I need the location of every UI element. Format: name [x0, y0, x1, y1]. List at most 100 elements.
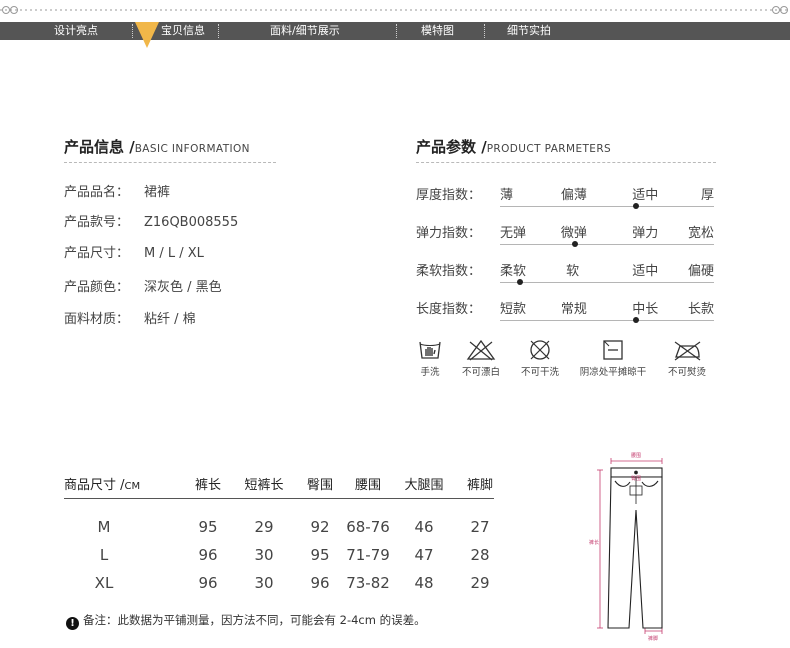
active-tab-indicator-icon: [135, 22, 159, 48]
info-value: 粘纤 / 棉: [144, 312, 196, 327]
size-table-cell: 29: [470, 574, 490, 592]
param-option: 偏硬: [687, 264, 714, 279]
param-option: 偏薄: [560, 188, 587, 203]
param-option: 长款: [687, 302, 714, 317]
info-value: Z16QB008555: [144, 215, 239, 230]
diagram-label-leg-opening: 裤脚: [648, 635, 658, 642]
nav-tab-bar: 设计亮点 宝贝信息 面料/细节展示 模特图 细节实拍: [0, 22, 790, 40]
size-table-cell: 28: [470, 546, 490, 564]
param-option: 适中: [632, 188, 659, 203]
param-option: 弹力: [632, 226, 659, 241]
size-table-unit: CM: [124, 481, 141, 492]
tab-model-photos[interactable]: 模特图: [421, 22, 454, 40]
info-label: 产品尺寸：: [64, 246, 130, 261]
size-table-header: 大腿围: [404, 478, 444, 493]
params-title: 产品参数 /PRODUCT PARMETERS: [416, 136, 611, 157]
pants-measurement-diagram: 腰围 臀围 裤长 裤脚: [589, 453, 663, 642]
basic-info-title-text: 产品信息 /: [64, 138, 135, 156]
info-label: 面料材质：: [64, 312, 130, 327]
no-iron-icon: [674, 341, 701, 361]
tab-fabric-details[interactable]: 面料/细节展示: [270, 22, 340, 40]
size-table-title-text: 商品尺寸 /: [64, 478, 125, 493]
care-label: 阴凉处平摊晾干: [579, 367, 647, 378]
size-table-cell: 29: [254, 518, 274, 536]
size-table-cell: 30: [254, 574, 274, 592]
tab-detail-shots[interactable]: 细节实拍: [507, 22, 551, 40]
param-label: 柔软指数：: [416, 264, 482, 279]
param-level-marker: [517, 279, 523, 285]
params-subtitle: PRODUCT PARMETERS: [486, 143, 612, 155]
care-label: 不可干洗: [520, 367, 559, 378]
size-table-cell: 27: [470, 518, 490, 536]
care-no-iron: 不可熨烫: [662, 338, 712, 378]
tab-product-info[interactable]: 宝贝信息: [161, 22, 205, 40]
size-table-header: 裤长: [194, 478, 222, 493]
param-option: 无弹: [500, 226, 527, 241]
tab-separator: [484, 24, 485, 38]
param-label: 弹力指数：: [416, 226, 482, 241]
info-value: 裙裤: [144, 185, 171, 200]
param-option: 适中: [632, 264, 659, 279]
size-table-cell: 92: [310, 518, 330, 536]
tab-separator: [132, 24, 133, 38]
size-table-header: 臀围: [306, 478, 334, 493]
param-option: 柔软: [500, 264, 527, 279]
basic-info-divider: [64, 162, 276, 163]
size-table-cell: 48: [414, 574, 434, 592]
tab-separator: [218, 24, 219, 38]
size-table-header-line: [64, 498, 494, 499]
info-label: 产品款号：: [64, 215, 130, 230]
tab-separator: [396, 24, 397, 38]
top-decorative-border: [0, 6, 790, 14]
size-table-cell: 46: [414, 518, 434, 536]
size-table-size-cell: L: [99, 546, 109, 564]
size-table-cell: 71-79: [346, 546, 390, 564]
care-no-bleach: 不可漂白: [456, 338, 506, 378]
size-table-title: 商品尺寸 /CM: [64, 474, 140, 493]
size-note-text: 备注：此数据为平铺测量，因方法不同，可能会有 2-4cm 的误差。: [83, 613, 426, 627]
param-level-marker: [633, 317, 639, 323]
info-row-size: 产品尺寸： M / L / XL: [64, 242, 204, 261]
param-scale-line: [500, 282, 714, 283]
param-scale-line: [500, 206, 714, 207]
param-label: 厚度指数：: [416, 188, 482, 203]
param-scale-line: [500, 244, 714, 245]
size-table-cell: 68-76: [346, 518, 390, 536]
size-table-cell: 95: [198, 518, 218, 536]
info-row-material: 面料材质： 粘纤 / 棉: [64, 308, 196, 327]
care-no-dry-clean: 不可干洗: [515, 338, 565, 378]
params-title-text: 产品参数 /: [416, 138, 487, 156]
size-table-cell: 96: [198, 546, 218, 564]
param-option: 厚: [700, 188, 714, 203]
info-row-style-no: 产品款号： Z16QB008555: [64, 211, 238, 230]
param-option: 宽松: [687, 226, 714, 241]
param-option: 软: [566, 264, 580, 279]
size-table-size-cell: XL: [94, 574, 114, 592]
info-value: 深灰色 / 黑色: [144, 280, 222, 295]
param-level-marker: [572, 241, 578, 247]
exclamation-icon: !: [66, 617, 79, 630]
pants-outline-icon: [607, 467, 663, 629]
size-table-cell: 95: [310, 546, 330, 564]
basic-info-subtitle: BASIC INFORMATION: [134, 143, 250, 155]
param-level-marker: [633, 203, 639, 209]
tab-design-highlights[interactable]: 设计亮点: [54, 22, 98, 40]
size-table-cell: 73-82: [346, 574, 390, 592]
size-table-header: 裤脚: [466, 478, 494, 493]
care-shade-flat-dry: 阴凉处平摊晾干: [576, 338, 650, 378]
size-table-cell: 47: [414, 546, 434, 564]
param-option: 薄: [500, 188, 514, 203]
diagram-label-waist: 腰围: [631, 453, 641, 459]
no-tumble-dry-icon: [530, 340, 550, 360]
diagram-label-hip: 臀围: [631, 476, 641, 482]
param-scale-line: [500, 320, 714, 321]
size-table-size-cell: M: [97, 518, 111, 536]
param-option: 短款: [500, 302, 527, 317]
care-hand-wash: 手洗: [410, 338, 450, 378]
size-table-cell: 96: [198, 574, 218, 592]
shade-flat-dry-icon: [603, 340, 623, 360]
info-label: 产品品名：: [64, 185, 130, 200]
size-table-header: 腰围: [354, 478, 382, 493]
hand-wash-icon: [419, 341, 441, 359]
info-row-name: 产品品名： 裙裤: [64, 181, 170, 200]
